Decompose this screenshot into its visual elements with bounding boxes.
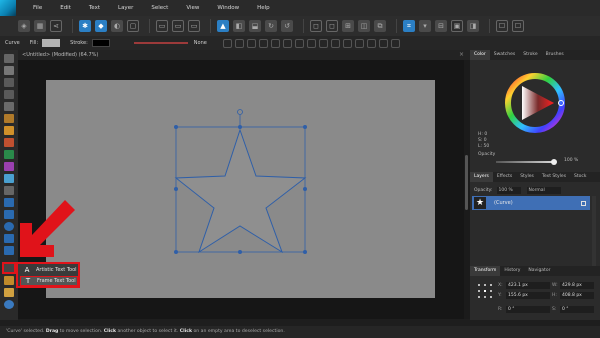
layer-row-curve[interactable]: ★ (Curve) bbox=[472, 196, 590, 210]
tab-brushes[interactable]: Brushes bbox=[542, 50, 568, 60]
tab-layers[interactable]: Layers bbox=[470, 172, 493, 182]
layers-opacity-field[interactable]: 100 % bbox=[496, 187, 521, 194]
color-opacity-row: Opacity 100 % bbox=[478, 152, 596, 166]
layer-name: (Curve) bbox=[494, 200, 513, 206]
handle-top-right[interactable] bbox=[303, 125, 307, 129]
status-seg-0: 'Curve' selected. bbox=[6, 329, 46, 334]
status-seg-1: Drag bbox=[45, 329, 59, 334]
layer-visibility-checkbox[interactable] bbox=[581, 200, 586, 206]
handle-bottom[interactable] bbox=[238, 250, 242, 254]
star-thumbnail-icon: ★ bbox=[474, 197, 486, 209]
transform-panel: X: 423.1 px Y: 155.6 px W: 429.8 px H: 4… bbox=[474, 280, 596, 320]
layers-opacity-row: Opacity: 100 % Normal bbox=[474, 186, 594, 195]
transform-h-field[interactable]: H: 408.8 px bbox=[552, 292, 594, 299]
artistic-text-icon: A bbox=[24, 266, 30, 274]
artistic-text-tool-item[interactable]: A Artistic Text Tool bbox=[20, 265, 78, 275]
status-seg-6: on an empty area to deselect selection. bbox=[192, 329, 285, 334]
frame-text-tool-item[interactable]: T Frame Text Tool bbox=[20, 276, 78, 286]
status-seg-3: Click bbox=[103, 329, 117, 334]
layers-panel-tabs: Layers Effects Styles Text Styles Stock bbox=[470, 172, 600, 182]
handle-bottom-left[interactable] bbox=[174, 250, 178, 254]
tab-text-styles[interactable]: Text Styles bbox=[538, 172, 570, 182]
handle-bottom-right[interactable] bbox=[303, 250, 307, 254]
tab-history[interactable]: History bbox=[500, 266, 524, 276]
status-seg-4: another object to select it. bbox=[116, 329, 180, 334]
frame-text-tool-label: Frame Text Tool bbox=[37, 278, 76, 284]
opacity-label: Opacity bbox=[478, 152, 496, 157]
handle-right[interactable] bbox=[303, 187, 307, 191]
tab-color[interactable]: Color bbox=[470, 50, 490, 60]
opacity-slider-knob[interactable] bbox=[551, 159, 557, 165]
tab-stroke[interactable]: Stroke bbox=[519, 50, 541, 60]
opacity-value[interactable]: 100 % bbox=[564, 158, 578, 163]
status-bar: 'Curve' selected. Drag to move selection… bbox=[0, 326, 600, 338]
handle-top[interactable] bbox=[238, 125, 242, 129]
red-arrow-annotation bbox=[20, 200, 75, 257]
tab-swatches[interactable]: Swatches bbox=[490, 50, 520, 60]
rotation-handle[interactable] bbox=[237, 109, 243, 115]
artistic-text-tool-label: Artistic Text Tool bbox=[36, 267, 77, 273]
status-seg-5: Click bbox=[179, 329, 193, 334]
handle-top-left[interactable] bbox=[174, 125, 178, 129]
status-seg-2: to move selection. bbox=[58, 329, 104, 334]
transform-y-field[interactable]: Y: 155.6 px bbox=[498, 292, 550, 299]
tab-transform[interactable]: Transform bbox=[470, 266, 501, 276]
transform-s-field[interactable]: S: 0 ° bbox=[552, 306, 594, 313]
hsl-h-value: H: 0 bbox=[478, 132, 488, 137]
color-wheel[interactable] bbox=[504, 72, 566, 134]
opacity-slider[interactable] bbox=[496, 161, 556, 163]
hsl-s-value: S: 0 bbox=[478, 138, 487, 143]
star-shape[interactable] bbox=[174, 128, 307, 254]
tab-stock[interactable]: Stock bbox=[570, 172, 590, 182]
frame-text-icon: T bbox=[25, 277, 31, 285]
transform-x-field[interactable]: X: 423.1 px bbox=[498, 282, 550, 289]
transform-r-field[interactable]: R: 0 ° bbox=[498, 306, 550, 313]
color-panel-tabs: Color Swatches Stroke Brushes bbox=[470, 50, 600, 60]
blend-mode-select[interactable]: Normal bbox=[526, 187, 561, 194]
layers-opacity-label: Opacity: bbox=[474, 188, 493, 193]
right-panels: Color Swatches Stroke Brushes H: 0 S: 0 … bbox=[470, 50, 600, 320]
layers-scrollbar[interactable] bbox=[592, 196, 596, 266]
handle-left[interactable] bbox=[174, 187, 178, 191]
text-tool-highlight[interactable] bbox=[2, 262, 16, 274]
affinity-designer-window: File Edit Text Layer Select View Window … bbox=[0, 0, 600, 338]
tab-navigator[interactable]: Navigator bbox=[524, 266, 554, 276]
transform-panel-tabs: Transform History Navigator bbox=[470, 266, 600, 276]
transform-w-field[interactable]: W: 429.8 px bbox=[552, 282, 594, 289]
tab-styles[interactable]: Styles bbox=[516, 172, 538, 182]
anchor-grid[interactable] bbox=[478, 284, 492, 298]
tab-effects[interactable]: Effects bbox=[493, 172, 516, 182]
hsl-l-value: L: 50 bbox=[478, 144, 490, 149]
text-tool-flyout: A Artistic Text Tool T Frame Text Tool bbox=[16, 262, 80, 288]
